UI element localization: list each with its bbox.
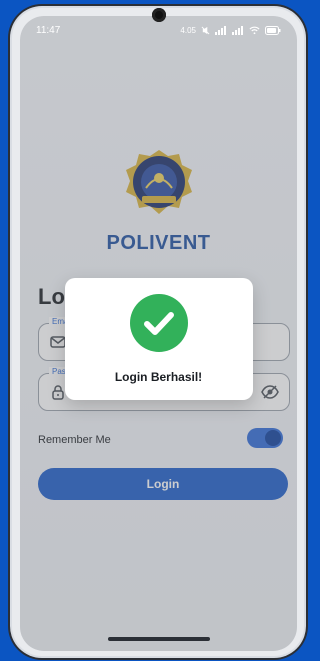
network-speed-icon: 4.05 [180, 25, 196, 35]
status-time: 11:47 [36, 24, 61, 36]
success-check-icon [129, 294, 188, 352]
wifi-icon [249, 26, 260, 34]
dialog-message: Login Berhasil! [114, 370, 203, 384]
battery-icon [265, 25, 281, 35]
success-dialog: Login Berhasil! [64, 278, 253, 400]
signal-icon [232, 25, 243, 35]
signal-icon [215, 25, 226, 35]
mute-icon [201, 26, 210, 34]
home-indicator[interactable] [107, 637, 210, 641]
front-camera [151, 8, 166, 22]
status-icons: 4.05 [180, 25, 281, 35]
screen: 11:47 4.05 POLIVENT Log Email Passw Reme… [20, 16, 297, 651]
